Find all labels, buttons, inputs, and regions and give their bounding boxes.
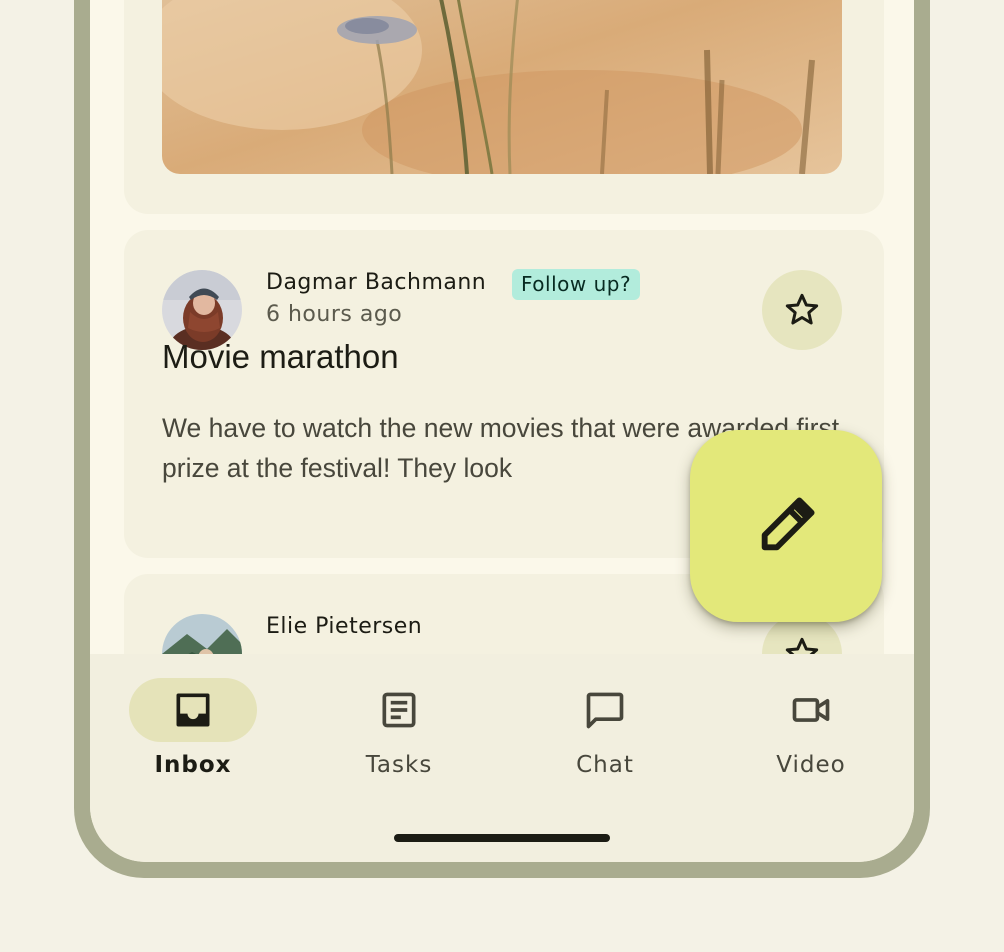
nav-item-chat[interactable]: Chat <box>502 654 708 794</box>
inbox-icon <box>176 693 210 727</box>
sender-name: Dagmar Bachmann <box>266 270 487 295</box>
tasks-icon <box>382 692 416 728</box>
email-card-photo[interactable] <box>124 0 884 214</box>
bottom-navigation: Inbox Tasks Chat Video <box>90 654 914 862</box>
email-subject: Movie marathon <box>162 338 399 375</box>
nav-label: Inbox <box>154 752 232 778</box>
stage: Dagmar Bachmann Follow up? 6 hours ago M… <box>0 0 1004 952</box>
compose-fab[interactable] <box>690 430 882 622</box>
chat-icon <box>586 692 624 729</box>
status-badge: Follow up? <box>512 269 641 300</box>
nav-label: Chat <box>576 752 634 778</box>
nav-label: Tasks <box>365 752 433 778</box>
nav-icon-container <box>335 678 463 742</box>
pencil-icon <box>761 497 815 551</box>
home-indicator[interactable] <box>394 834 610 842</box>
nav-icon-container <box>541 678 669 742</box>
nav-item-tasks[interactable]: Tasks <box>296 654 502 794</box>
nav-item-inbox[interactable]: Inbox <box>90 654 296 794</box>
star-icon <box>785 293 819 325</box>
nav-icon-container <box>747 678 875 742</box>
sender-name: Elie Pietersen <box>266 614 423 639</box>
nav-item-video[interactable]: Video <box>708 654 914 794</box>
field-flowers-image <box>162 0 842 174</box>
email-photo <box>162 0 842 174</box>
nav-active-indicator <box>129 678 257 742</box>
nav-label: Video <box>776 752 846 778</box>
video-icon <box>792 698 830 722</box>
email-timestamp: 6 hours ago <box>266 302 403 327</box>
star-button[interactable] <box>762 270 842 350</box>
